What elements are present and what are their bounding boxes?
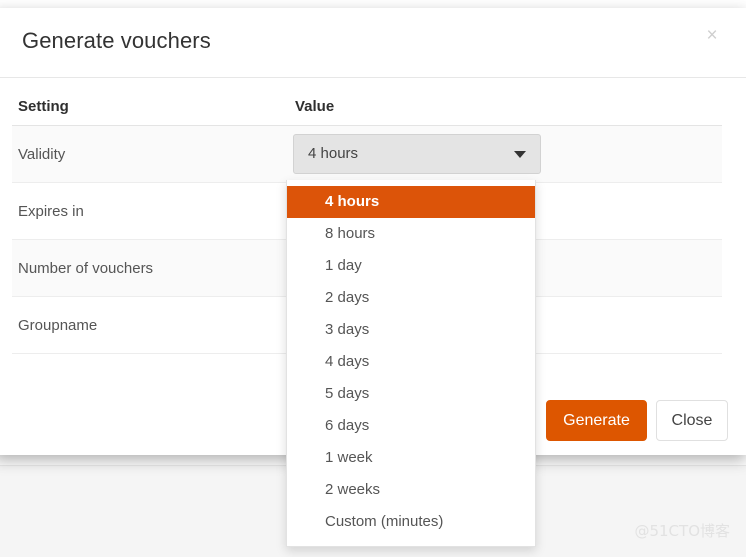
modal-header: Generate vouchers ×: [0, 8, 746, 78]
dropdown-option[interactable]: 2 days: [287, 282, 535, 314]
close-icon[interactable]: ×: [701, 25, 723, 47]
validity-select[interactable]: 4 hours: [293, 134, 541, 174]
column-header-setting: Setting: [12, 90, 289, 126]
dropdown-option[interactable]: 3 days: [287, 314, 535, 346]
row-label-validity: Validity: [12, 126, 289, 183]
row-value-validity: 4 hours: [289, 126, 722, 183]
watermark: @51CTO博客: [634, 520, 730, 541]
dropdown-option[interactable]: 6 days: [287, 410, 535, 442]
dropdown-option[interactable]: 1 day: [287, 250, 535, 282]
table-row-validity: Validity 4 hours: [12, 126, 722, 183]
chevron-down-icon: [514, 151, 526, 158]
dropdown-option[interactable]: 1 week: [287, 442, 535, 474]
page-top-strip: [0, 0, 746, 8]
dropdown-option[interactable]: 5 days: [287, 378, 535, 410]
dropdown-option[interactable]: 4 days: [287, 346, 535, 378]
column-header-value: Value: [289, 90, 722, 126]
dropdown-option[interactable]: Custom (minutes): [287, 506, 535, 538]
validity-dropdown-menu[interactable]: 4 hours8 hours1 day2 days3 days4 days5 d…: [286, 180, 536, 547]
validity-select-value: 4 hours: [308, 145, 358, 162]
table-header-row: Setting Value: [12, 90, 722, 126]
dropdown-option[interactable]: 4 hours: [287, 186, 535, 218]
page-title: Generate vouchers: [22, 28, 211, 54]
table-head: Setting Value: [12, 90, 722, 126]
dropdown-option[interactable]: 8 hours: [287, 218, 535, 250]
close-button[interactable]: Close: [656, 400, 728, 441]
row-label-number-of-vouchers: Number of vouchers: [12, 240, 289, 297]
dropdown-option[interactable]: 2 weeks: [287, 474, 535, 506]
row-label-expires-in: Expires in: [12, 183, 289, 240]
generate-button[interactable]: Generate: [546, 400, 647, 441]
row-label-groupname: Groupname: [12, 297, 289, 354]
